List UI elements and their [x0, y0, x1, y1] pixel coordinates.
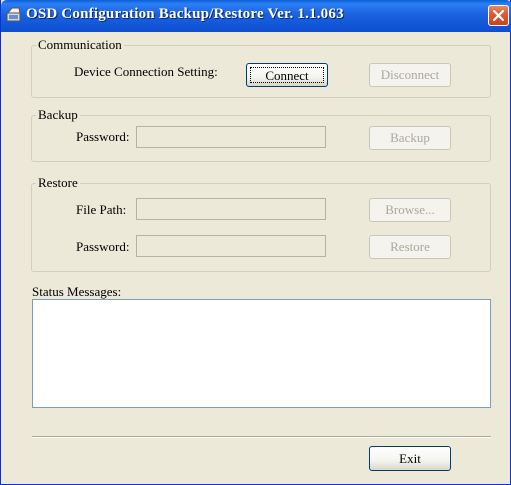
- status-messages-label: Status Messages:: [32, 284, 122, 299]
- app-window: OSD Configuration Backup/Restore Ver. 1.…: [0, 0, 511, 485]
- backup-password-label: Password:: [76, 129, 130, 144]
- file-path-label: File Path:: [76, 202, 127, 217]
- backup-password-field[interactable]: [136, 126, 326, 148]
- window-title: OSD Configuration Backup/Restore Ver. 1.…: [26, 6, 344, 22]
- app-icon: [6, 7, 22, 23]
- status-messages-box[interactable]: [32, 299, 491, 408]
- connect-label: Connect: [250, 67, 324, 83]
- close-icon: [493, 10, 504, 21]
- backup-button[interactable]: Backup: [369, 126, 451, 150]
- backup-legend: Backup: [38, 107, 78, 122]
- exit-button[interactable]: Exit: [369, 446, 451, 471]
- title-bar[interactable]: OSD Configuration Backup/Restore Ver. 1.…: [1, 0, 511, 32]
- close-button[interactable]: [488, 5, 509, 26]
- restore-legend: Restore: [38, 175, 78, 190]
- disconnect-button[interactable]: Disconnect: [369, 63, 451, 87]
- client-area: Communication Device Connection Setting:…: [5, 32, 507, 481]
- restore-button[interactable]: Restore: [369, 235, 451, 259]
- connect-button[interactable]: Connect: [246, 63, 328, 87]
- browse-button[interactable]: Browse...: [369, 198, 451, 222]
- restore-password-label: Password:: [76, 239, 130, 254]
- communication-legend: Communication: [38, 37, 122, 52]
- restore-password-field[interactable]: [136, 235, 326, 257]
- footer-separator: [32, 436, 491, 438]
- device-connection-label: Device Connection Setting:: [74, 64, 218, 79]
- file-path-field[interactable]: [136, 198, 326, 220]
